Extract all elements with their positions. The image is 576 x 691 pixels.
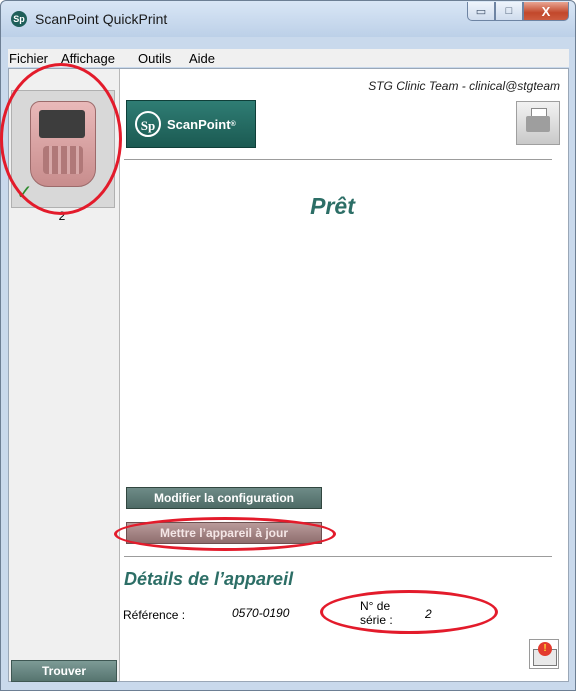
client-area: ✓ 2 Trouver STG Clinic Team - clinical@s…	[8, 68, 569, 682]
minimize-icon: ▭	[475, 5, 487, 18]
checkmark-icon: ✓	[16, 182, 33, 204]
scanpoint-app-icon: Sp	[11, 11, 27, 27]
find-button[interactable]: Trouver	[11, 660, 117, 682]
device-status: Prêt	[310, 193, 355, 219]
details-title: Détails de l’appareil	[124, 569, 294, 589]
main-panel: STG Clinic Team - clinical@stgteam Sp Sc…	[120, 69, 568, 681]
minimize-button[interactable]: ▭	[467, 2, 495, 21]
menu-bar: Fichier Affichage Outils Aide	[8, 49, 569, 67]
printer-icon	[526, 116, 550, 132]
title-bar[interactable]: Sp ScanPoint QuickPrint ▭ □ X	[1, 1, 575, 37]
logo-text: ScanPoint	[167, 116, 231, 132]
serial-label-line2: série :	[360, 613, 393, 627]
serial-label: N° de série :	[360, 599, 393, 627]
scanner-device-icon	[30, 101, 96, 187]
send-mail-button[interactable]: !	[529, 639, 559, 669]
menu-affichage[interactable]: Affichage	[61, 51, 115, 66]
print-button[interactable]	[516, 101, 560, 145]
logo-registered: ®	[230, 120, 236, 128]
window-title: ScanPoint QuickPrint	[35, 11, 168, 27]
maximize-button[interactable]: □	[495, 2, 523, 21]
maximize-icon: □	[505, 5, 513, 17]
device-sidebar: ✓ 2 Trouver	[9, 69, 120, 682]
menu-aide[interactable]: Aide	[189, 51, 215, 66]
user-info: STG Clinic Team - clinical@stgteam	[368, 79, 560, 93]
alert-icon: !	[538, 642, 552, 656]
divider	[124, 556, 552, 557]
sp-logo-icon: Sp	[135, 111, 161, 137]
menu-outils[interactable]: Outils	[138, 51, 171, 66]
update-device-button[interactable]: Mettre l’appareil à jour	[126, 522, 322, 544]
scanpoint-logo: Sp ScanPoint ®	[126, 100, 256, 148]
close-button[interactable]: X	[523, 2, 569, 21]
serial-label-line1: N° de	[360, 599, 391, 613]
reference-label: Référence :	[123, 608, 186, 622]
device-screen	[39, 110, 85, 138]
app-window: Sp ScanPoint QuickPrint ▭ □ X Fichier Af…	[0, 0, 576, 691]
serial-value: 2	[425, 607, 432, 621]
reference-value: 0570-0190	[232, 606, 290, 620]
device-keypad	[43, 146, 83, 174]
device-tile[interactable]: ✓	[11, 90, 115, 208]
divider	[124, 159, 552, 160]
modify-config-button[interactable]: Modifier la configuration	[126, 487, 322, 509]
window-controls: ▭ □ X	[467, 2, 569, 22]
menu-fichier[interactable]: Fichier	[9, 51, 48, 66]
device-number: 2	[58, 209, 66, 223]
close-icon: X	[541, 3, 551, 19]
